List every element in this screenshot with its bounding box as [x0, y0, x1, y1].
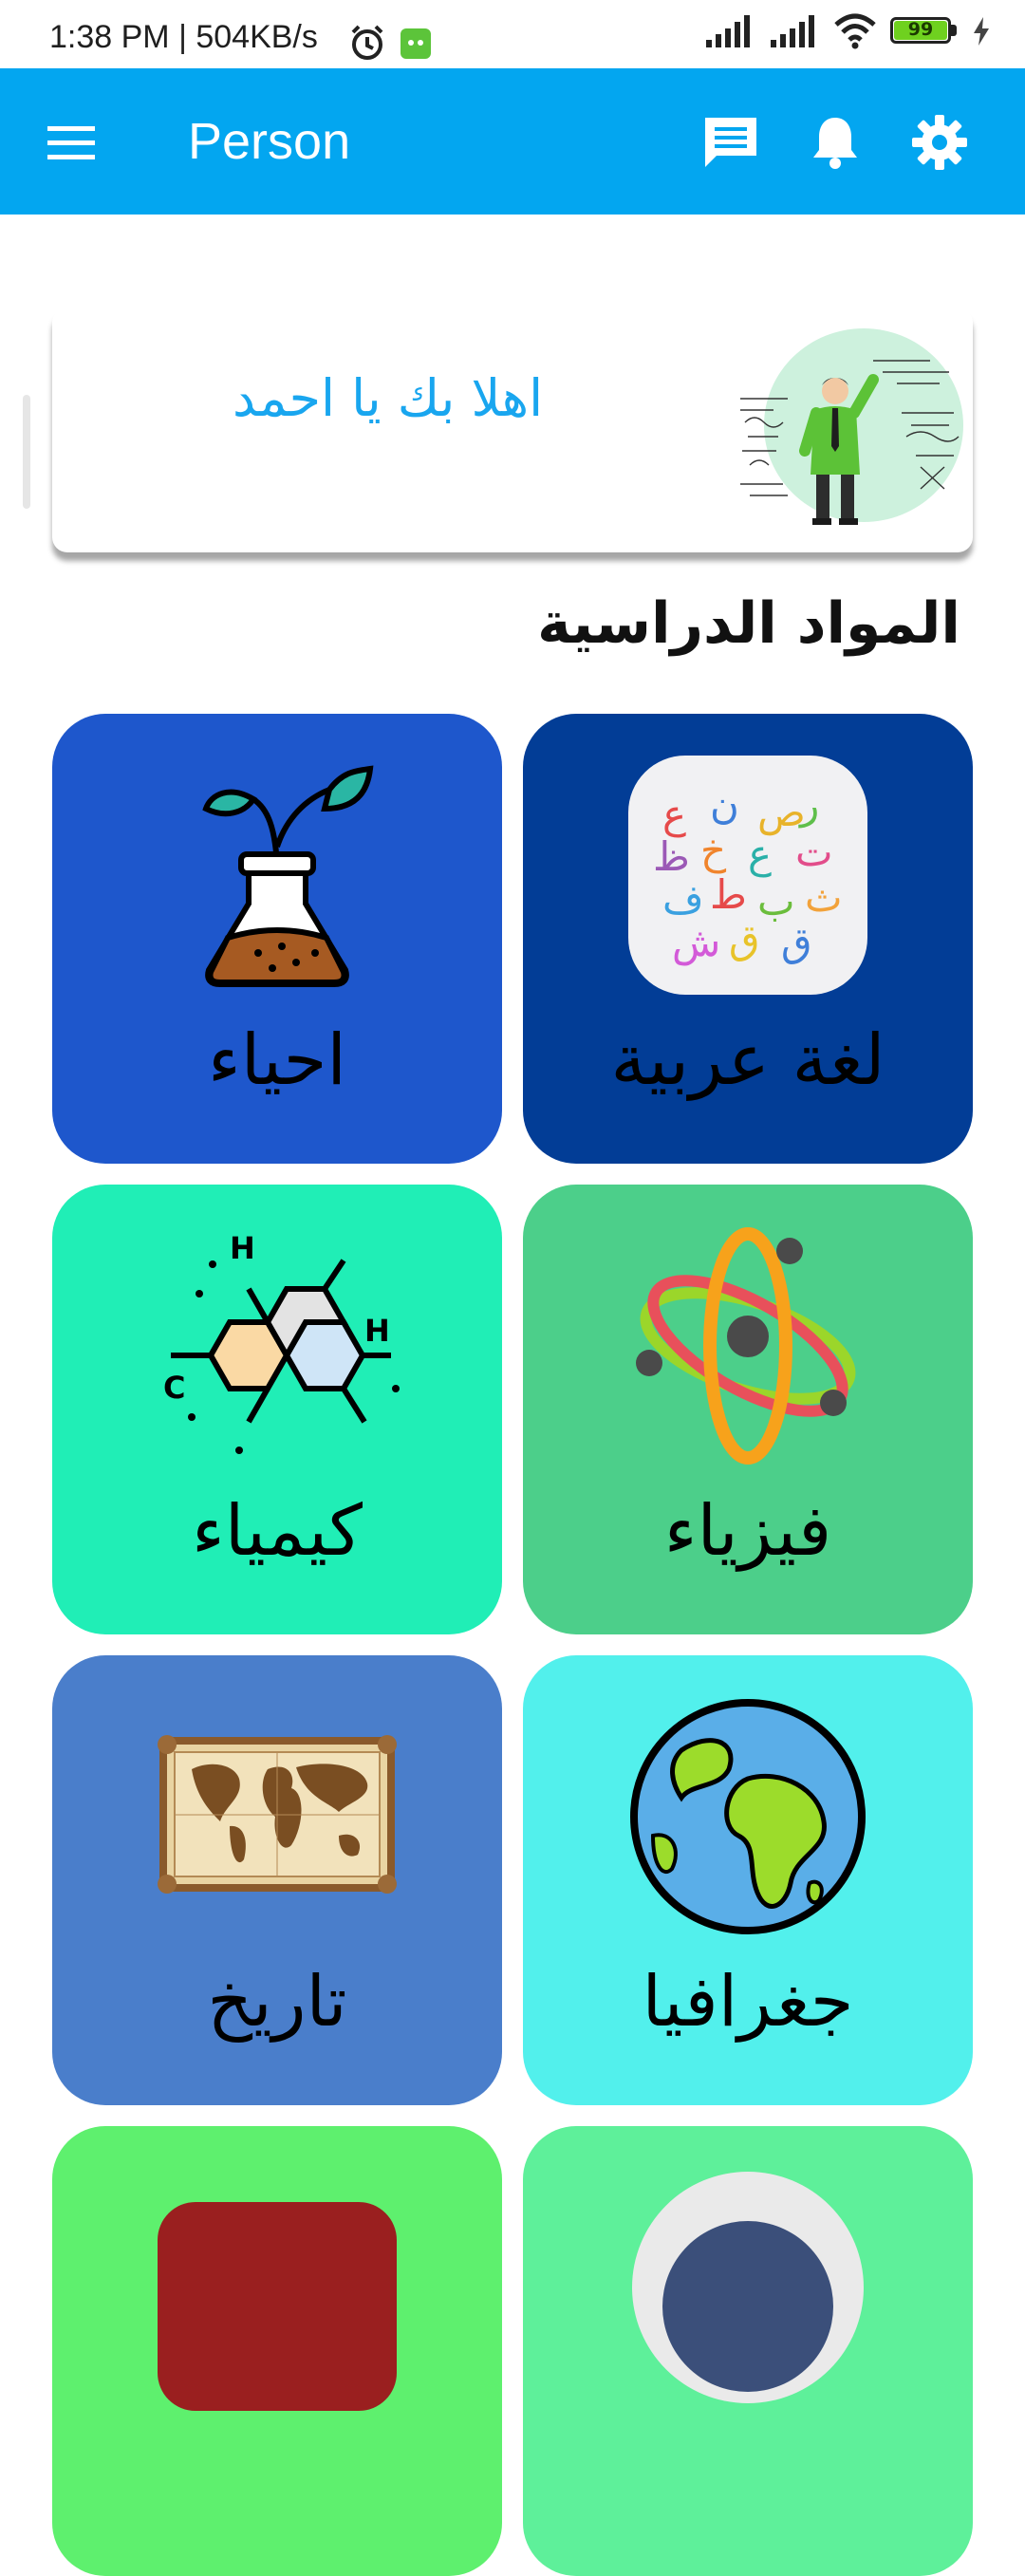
svg-text:ق: ق — [781, 919, 812, 965]
app-bar: Person — [0, 68, 1025, 215]
teacher-illustration-icon — [740, 328, 963, 525]
app-notification-icon — [401, 28, 431, 59]
messages-button[interactable] — [695, 106, 767, 178]
signal-icon — [706, 15, 750, 47]
atom-icon — [636, 1227, 856, 1465]
page-title: Person — [188, 113, 351, 170]
svg-text:ظ: ظ — [653, 833, 690, 880]
svg-text:ت: ت — [795, 829, 833, 875]
bell-icon — [813, 118, 857, 169]
alarm-icon — [351, 25, 383, 60]
subject-label: فيزياء — [663, 1490, 832, 1572]
svg-text:خ: خ — [700, 827, 727, 873]
battery-level: 99 — [907, 19, 934, 40]
svg-text:H: H — [364, 1313, 390, 1349]
partial-icon — [632, 2172, 864, 2403]
subject-card-biology[interactable]: احياء — [52, 714, 502, 1164]
svg-text:ب: ب — [757, 878, 795, 924]
subjects-heading: المواد الدراسية — [537, 590, 960, 657]
svg-text:ن: ن — [710, 781, 739, 828]
welcome-card: اهلا بك يا احمد — [52, 308, 973, 552]
subject-label: كيمياء — [191, 1490, 363, 1572]
subject-label: جغرافيا — [642, 1961, 854, 2043]
svg-text:H: H — [230, 1230, 255, 1266]
svg-text:ث: ث — [805, 874, 843, 921]
molecule-icon: H H C — [163, 1230, 400, 1454]
plant-flask-icon — [202, 765, 374, 987]
gear-icon — [912, 115, 967, 170]
svg-text:ق: ق — [729, 916, 760, 962]
battery-icon: 99 — [890, 17, 959, 46]
subject-label: لغة عربية — [610, 1019, 885, 1101]
subject-card-geography[interactable]: جغرافيا — [523, 1655, 973, 2105]
chat-icon — [705, 118, 756, 167]
subject-label: احياء — [208, 1019, 346, 1101]
svg-text:ط: ط — [710, 871, 747, 918]
subject-card-partial-left[interactable] — [52, 2126, 502, 2576]
partial-icon-2 — [158, 2202, 397, 2411]
svg-text:C: C — [163, 1370, 185, 1406]
settings-button[interactable] — [904, 106, 976, 178]
subject-card-arabic[interactable]: عنصر ظخعت فطبث شقق لغة عربية — [523, 714, 973, 1164]
menu-button[interactable] — [36, 106, 108, 178]
subject-card-history[interactable]: تاريخ — [52, 1655, 502, 2105]
notifications-button[interactable] — [799, 106, 871, 178]
svg-text:ع: ع — [662, 791, 686, 837]
arabic-letters-icon: ع ن صر ظخعت فطبث شقق — [628, 756, 867, 995]
svg-text:ش: ش — [672, 919, 720, 965]
subject-card-physics[interactable]: فيزياء — [523, 1185, 973, 1634]
wifi-icon — [834, 13, 876, 49]
status-bar: 1:38 PM | 504KB/s 99 — [0, 0, 1025, 68]
subject-card-chemistry[interactable]: H H C كيمياء — [52, 1185, 502, 1634]
charging-icon — [974, 17, 989, 46]
svg-text:ع: ع — [748, 831, 772, 877]
welcome-greeting: اهلا بك يا احمد — [233, 368, 544, 428]
globe-icon — [630, 1699, 866, 1934]
svg-text:ر: ر — [798, 781, 819, 828]
signal-icon-2 — [771, 15, 814, 47]
status-time: 1:38 PM | 504KB/s — [49, 19, 318, 55]
scroll-indicator[interactable] — [23, 395, 30, 509]
subject-label: تاريخ — [207, 1961, 347, 2043]
svg-text:ف: ف — [662, 876, 704, 923]
subject-card-partial-right[interactable] — [523, 2126, 973, 2576]
hamburger-menu-icon — [47, 126, 95, 159]
old-map-icon — [158, 1735, 397, 1894]
